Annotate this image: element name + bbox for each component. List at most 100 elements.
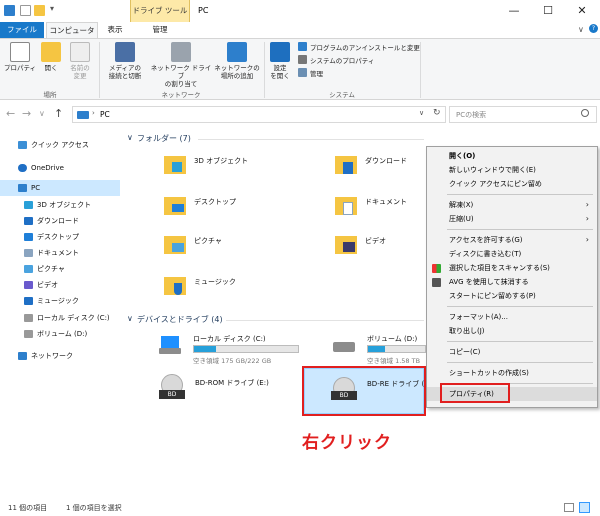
rename-ribbon-button[interactable]: 名前の 変更: [64, 42, 96, 80]
large-icons-view-icon[interactable]: [579, 502, 590, 513]
tab-computer[interactable]: コンピューター: [46, 22, 98, 51]
network-drive-icon: [171, 42, 191, 62]
forward-button[interactable]: →: [22, 107, 31, 120]
drive-d-item[interactable]: ボリューム (D:) 空き領域 1.58 TB: [331, 330, 426, 366]
menu-item-unpack[interactable]: 解凍(X) ›: [427, 198, 597, 212]
hard-drive-icon: [24, 330, 33, 338]
menu-item-eject[interactable]: 取り出し(J): [427, 324, 597, 338]
new-folder-quick-icon[interactable]: [34, 5, 45, 16]
address-dropdown-icon[interactable]: ∨: [419, 109, 424, 117]
drive-tools-label: ドライブ ツール: [132, 6, 188, 15]
drive-d-free-space: 空き領域 1.58 TB: [367, 357, 421, 365]
nav-downloads[interactable]: ダウンロード: [0, 213, 120, 229]
media-ribbon-button[interactable]: メディアの 接続と切断: [103, 42, 147, 80]
menu-item-compress[interactable]: 圧縮(U) ›: [427, 212, 597, 226]
search-box[interactable]: PCの検索: [449, 106, 597, 123]
folder-item[interactable]: ミュージック: [160, 273, 310, 299]
nav-volume-d[interactable]: ボリューム (D:): [0, 326, 120, 342]
nav-videos[interactable]: ビデオ: [0, 277, 120, 293]
menu-item-avg-shred[interactable]: AVG を使用して抹消する: [427, 275, 597, 289]
open-ribbon-button[interactable]: 開く: [38, 42, 64, 72]
nav-pc[interactable]: PC: [0, 180, 120, 196]
uninstall-program-button[interactable]: プログラムのアンインストールと変更: [298, 42, 420, 54]
menu-item-pin-quick-access[interactable]: クイック アクセスにピン留め: [427, 177, 597, 191]
menu-item-create-shortcut[interactable]: ショートカットの作成(S): [427, 366, 597, 380]
search-placeholder: PCの検索: [456, 111, 487, 119]
manage-button[interactable]: 管理: [298, 68, 323, 80]
add-location-line1: ネットワークの: [214, 64, 260, 72]
details-view-icon[interactable]: [564, 503, 574, 512]
drive-c-item[interactable]: ローカル ディスク (C:) 空き領域 175 GB/222 GB: [157, 330, 307, 366]
tab-view[interactable]: 表示: [100, 22, 130, 38]
nav-pictures[interactable]: ピクチャ: [0, 261, 120, 277]
close-button[interactable]: ✕: [565, 0, 599, 22]
drive-d-usage-fill: [368, 346, 386, 352]
drive-e-item[interactable]: BD BD-ROM ドライブ (E:): [157, 372, 307, 406]
address-bar[interactable]: › PC ∨ ↻: [72, 106, 446, 123]
nav-desktop[interactable]: デスクトップ: [0, 229, 120, 245]
menu-item-give-access[interactable]: アクセスを許可する(G) ›: [427, 233, 597, 247]
map-drive-line1: ネットワーク ドライブ: [150, 64, 212, 80]
menu-item-burn-disc[interactable]: ディスクに書き込む(T): [427, 247, 597, 261]
drive-d-label: ボリューム (D:): [367, 335, 418, 343]
maximize-button[interactable]: ☐: [531, 0, 565, 22]
nav-onedrive[interactable]: OneDrive: [0, 160, 120, 176]
nav-network[interactable]: ネットワーク: [0, 348, 120, 364]
folders-collapse-icon[interactable]: ∨: [127, 133, 133, 142]
music-note-icon: [174, 283, 182, 295]
system-group-label: システム: [329, 91, 355, 99]
add-location-line2: 場所の追加: [220, 72, 254, 80]
tab-manage[interactable]: 管理: [132, 22, 188, 38]
menu-item-pin-start[interactable]: スタートにピン留めする(P): [427, 289, 597, 303]
folder-item[interactable]: ビデオ: [331, 232, 426, 258]
nav-pc-label: PC: [31, 184, 41, 192]
picture-icon: [172, 243, 184, 252]
menu-item-open-new-window[interactable]: 新しいウィンドウで開く(E): [427, 163, 597, 177]
minimize-button[interactable]: —: [497, 0, 531, 22]
help-icon[interactable]: ?: [589, 24, 598, 33]
media-device-icon: [115, 42, 135, 62]
folder-label: ピクチャ: [194, 237, 222, 245]
uninstall-label: プログラムのアンインストールと変更: [310, 44, 420, 52]
folder-label: ドキュメント: [365, 198, 407, 206]
menu-item-copy[interactable]: コピー(C): [427, 345, 597, 359]
properties-ribbon-button[interactable]: プロパティ: [3, 42, 37, 72]
drive-d-usage-bar: [367, 345, 426, 353]
quick-access-dropdown-icon[interactable]: ▾: [50, 4, 54, 13]
nav-documents[interactable]: ドキュメント: [0, 245, 120, 261]
nav-quick-access[interactable]: クイック アクセス: [0, 137, 120, 153]
menu-separator: [447, 362, 593, 363]
map-drive-line2: の割り当て: [164, 80, 198, 88]
nav-music[interactable]: ミュージック: [0, 293, 120, 309]
menu-item-open[interactable]: 開く(O): [427, 149, 597, 163]
refresh-icon[interactable]: ↻: [433, 108, 441, 118]
folder-item[interactable]: ピクチャ: [160, 232, 310, 258]
system-properties-button[interactable]: システムのプロパティ: [298, 55, 374, 67]
menu-item-scan[interactable]: 選択した項目をスキャンする(S): [427, 261, 597, 275]
map-drive-ribbon-button[interactable]: ネットワーク ドライブ の割り当て: [148, 42, 214, 88]
folder-item[interactable]: 3D オブジェクト: [160, 152, 310, 178]
selection-count: 1 個の項目を選択: [66, 504, 122, 512]
properties-quick-icon[interactable]: [20, 5, 31, 16]
menu-copy-label: コピー(C): [449, 348, 481, 356]
menu-item-format[interactable]: フォーマット(A)...: [427, 310, 597, 324]
nav-3d-objects[interactable]: 3D オブジェクト: [0, 197, 120, 213]
folder-item[interactable]: ダウンロード: [331, 152, 426, 178]
folder-item[interactable]: ドキュメント: [331, 193, 426, 219]
add-network-location-button[interactable]: ネットワークの 場所の追加: [214, 42, 260, 80]
menu-separator: [447, 229, 593, 230]
network-group-label: ネットワーク: [161, 91, 201, 99]
open-settings-button[interactable]: 設定 を開く: [266, 42, 294, 80]
nav-local-disk-c[interactable]: ローカル ディスク (C:): [0, 310, 120, 326]
back-button[interactable]: ←: [6, 107, 15, 120]
up-button[interactable]: ↑: [54, 107, 63, 120]
menu-shortcut-label: ショートカットの作成(S): [449, 369, 529, 377]
drives-collapse-icon[interactable]: ∨: [127, 314, 133, 323]
window-title: PC: [198, 6, 209, 15]
expand-ribbon-icon[interactable]: ∨: [578, 25, 584, 34]
folder-item[interactable]: デスクトップ: [160, 193, 310, 219]
tab-file[interactable]: ファイル: [0, 22, 44, 38]
recent-locations-button[interactable]: ∨: [39, 109, 45, 118]
open-ribbon-label: 開く: [44, 64, 58, 72]
windows-drive-icon: [161, 336, 179, 348]
